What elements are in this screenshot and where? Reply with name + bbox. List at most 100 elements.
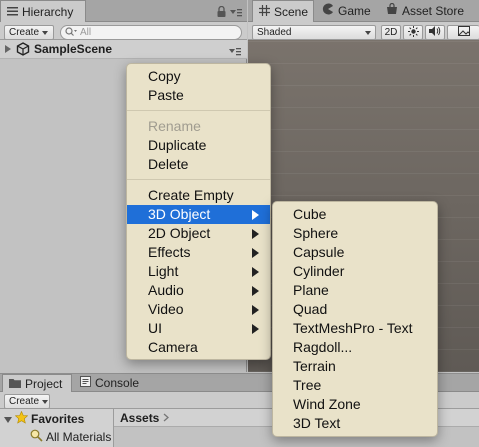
submenu-arrow-icon <box>252 267 259 277</box>
submenu-item-wind-zone[interactable]: Wind Zone <box>273 395 437 414</box>
unity-scene-icon <box>16 42 30 56</box>
favorites-item-label: All Materials <box>46 430 112 444</box>
lighting-toggle[interactable] <box>403 25 423 40</box>
favorites-label: Favorites <box>31 412 85 426</box>
assets-label[interactable]: Assets <box>120 411 159 425</box>
menu-item-effects[interactable]: Effects <box>127 243 270 262</box>
scene-tabbar: Scene Game Asset Store <box>248 0 479 22</box>
create-label: Create <box>9 27 40 38</box>
star-icon <box>14 410 29 427</box>
submenu-item-sphere[interactable]: Sphere <box>273 224 437 243</box>
favorites-item[interactable]: All Materials <box>30 429 111 445</box>
tab-game[interactable]: Game <box>316 0 378 21</box>
submenu-item-textmeshpro-text[interactable]: TextMeshPro - Text <box>273 319 437 338</box>
store-icon <box>386 2 398 18</box>
search-icon <box>30 429 43 445</box>
submenu-3d-object: Cube Sphere Capsule Cylinder Plane Quad … <box>272 201 438 437</box>
menu-item-label: Audio <box>148 282 184 298</box>
menu-item-ui[interactable]: UI <box>127 319 270 338</box>
submenu-arrow-icon <box>252 210 259 220</box>
shading-mode-dropdown[interactable]: Shaded <box>252 25 376 40</box>
console-tab-label: Console <box>95 375 140 390</box>
menu-item-delete[interactable]: Delete <box>127 155 270 174</box>
dropdown-caret-icon <box>42 399 49 404</box>
scene-name: SampleScene <box>34 42 113 56</box>
scene-row[interactable]: SampleScene <box>0 40 247 59</box>
panel-menu-icon[interactable] <box>230 8 242 20</box>
context-menu: Copy Paste Rename Duplicate Delete Creat… <box>126 63 271 360</box>
create-label: Create <box>9 396 40 407</box>
menu-item-rename: Rename <box>148 118 201 134</box>
lock-icon[interactable] <box>217 5 226 20</box>
submenu-item-cylinder[interactable]: Cylinder <box>273 262 437 281</box>
submenu-arrow-icon <box>252 248 259 258</box>
hierarchy-tabbar: Hierarchy <box>0 0 247 22</box>
menu-item-video[interactable]: Video <box>127 300 270 319</box>
menu-item-label: Video <box>148 301 184 317</box>
grid-icon <box>259 4 270 19</box>
submenu-item-3d-text[interactable]: 3D Text <box>273 414 437 433</box>
scene-options-icon[interactable] <box>229 45 241 59</box>
hierarchy-search-input[interactable]: All <box>60 25 242 40</box>
menu-item-camera[interactable]: Camera <box>127 338 270 357</box>
list-icon <box>7 7 18 16</box>
tab-scene[interactable]: Scene <box>252 0 314 22</box>
audio-toggle[interactable] <box>425 25 445 40</box>
submenu-arrow-icon <box>252 305 259 315</box>
dropdown-caret-icon <box>365 30 371 35</box>
submenu-item-terrain[interactable]: Terrain <box>273 357 437 376</box>
mode-2d-label: 2D <box>384 27 398 38</box>
mode-2d-toggle[interactable]: 2D <box>381 25 401 40</box>
tab-project[interactable]: Project <box>2 374 72 392</box>
chevron-right-icon <box>163 411 170 425</box>
menu-item-label: 3D Object <box>148 206 211 222</box>
tab-asset-store[interactable]: Asset Store <box>380 0 479 21</box>
expand-arrow-icon[interactable] <box>5 42 11 56</box>
submenu-item-plane[interactable]: Plane <box>273 281 437 300</box>
search-placeholder: All <box>80 27 92 38</box>
game-tab-label: Game <box>338 3 371 18</box>
sun-icon <box>407 25 419 40</box>
menu-separator <box>127 110 270 111</box>
submenu-item-capsule[interactable]: Capsule <box>273 243 437 262</box>
hierarchy-toolbar: Create All <box>0 22 247 40</box>
menu-separator <box>127 179 270 180</box>
menu-item-audio[interactable]: Audio <box>127 281 270 300</box>
asset-store-tab-label: Asset Store <box>402 3 465 18</box>
hierarchy-create-button[interactable]: Create <box>4 25 54 40</box>
menu-item-paste[interactable]: Paste <box>127 86 270 105</box>
submenu-arrow-icon <box>252 286 259 296</box>
tab-console[interactable]: Console <box>74 374 148 391</box>
submenu-item-cube[interactable]: Cube <box>273 205 437 224</box>
image-icon <box>457 26 470 39</box>
search-icon <box>65 26 77 39</box>
tab-hierarchy[interactable]: Hierarchy <box>0 0 86 22</box>
project-create-button[interactable]: Create <box>4 394 50 409</box>
hierarchy-tab-label: Hierarchy <box>22 4 74 19</box>
project-tab-label: Project <box>25 376 63 391</box>
menu-item-label: 2D Object <box>148 225 211 241</box>
submenu-arrow-icon <box>252 324 259 334</box>
project-favorites-tree: Favorites All Materials <box>0 409 114 447</box>
effects-toggle[interactable] <box>447 25 479 40</box>
shading-mode-label: Shaded <box>257 27 292 38</box>
menu-item-label: UI <box>148 320 162 336</box>
menu-item-light[interactable]: Light <box>127 262 270 281</box>
submenu-item-quad[interactable]: Quad <box>273 300 437 319</box>
speaker-icon <box>429 26 441 39</box>
menu-item-label: Effects <box>148 244 191 260</box>
menu-item-3d-object[interactable]: 3D Object <box>127 205 270 224</box>
menu-item-label: Light <box>148 263 179 279</box>
menu-item-2d-object[interactable]: 2D Object <box>127 224 270 243</box>
dropdown-caret-icon <box>42 30 49 35</box>
submenu-item-ragdoll[interactable]: Ragdoll... <box>273 338 437 357</box>
expand-arrow-icon[interactable] <box>4 412 12 426</box>
submenu-arrow-icon <box>252 229 259 239</box>
scene-tab-label: Scene <box>274 4 309 19</box>
favorites-row[interactable]: Favorites <box>4 410 85 427</box>
menu-item-create-empty[interactable]: Create Empty <box>127 186 270 205</box>
submenu-item-tree[interactable]: Tree <box>273 376 437 395</box>
folder-icon <box>9 377 21 391</box>
menu-item-duplicate[interactable]: Duplicate <box>127 136 270 155</box>
menu-item-copy[interactable]: Copy <box>127 67 270 86</box>
